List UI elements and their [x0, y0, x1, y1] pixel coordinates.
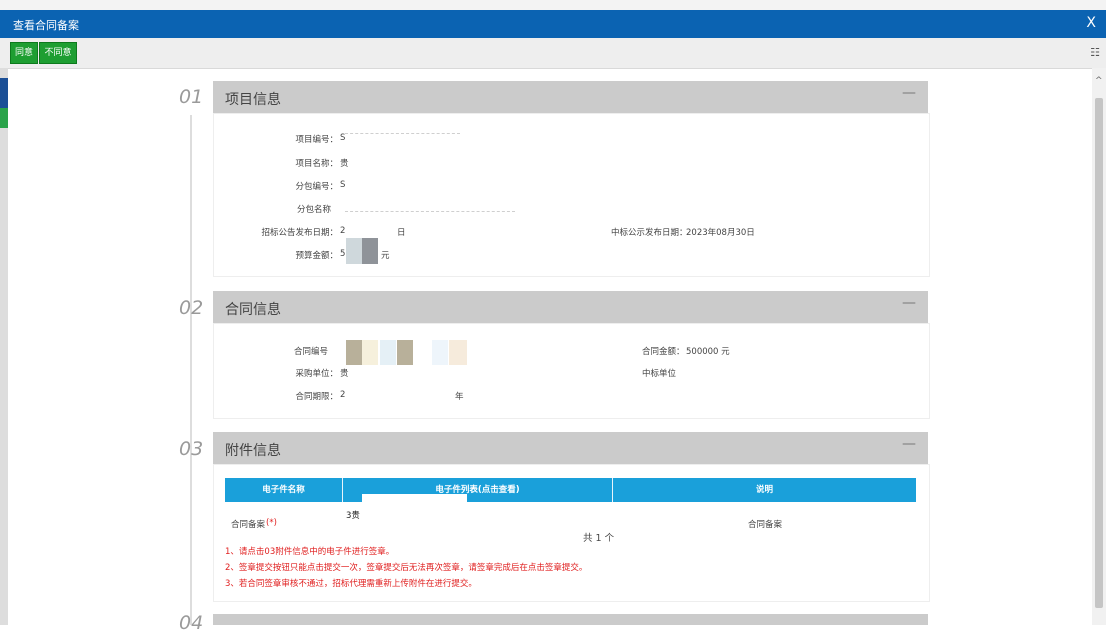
- buyer-value: 贵: [340, 369, 349, 379]
- note-1: 1、请点击03附件信息中的电子件进行签章。: [225, 547, 395, 557]
- section-header-project[interactable]: 项目信息 —: [213, 81, 928, 113]
- agree-button[interactable]: 同意: [10, 42, 38, 64]
- section-title: 合同信息: [225, 302, 281, 318]
- close-button[interactable]: X: [1086, 15, 1096, 31]
- redaction: [346, 238, 362, 264]
- contract-no-label: 合同编号: [293, 347, 328, 357]
- redaction: [397, 340, 413, 365]
- project-no-label: 项目编号：: [295, 135, 338, 145]
- section-header-attachments[interactable]: 附件信息 —: [213, 432, 928, 464]
- winner-label: 中标单位: [642, 369, 677, 379]
- section-number-01: 01: [179, 86, 204, 108]
- redaction: [346, 340, 362, 365]
- notice-date-label: 招标公告发布日期：: [261, 228, 338, 238]
- award-date-value: 2023年08月30日: [686, 228, 755, 238]
- notice-date-value: 2: [340, 226, 346, 236]
- scrollbar[interactable]: ^: [1092, 68, 1106, 625]
- window-titlebar: 查看合同备案 X: [0, 10, 1106, 38]
- notice-date-tail: 日: [397, 228, 406, 238]
- top-strip: [0, 0, 1106, 10]
- budget-unit: 元: [381, 251, 390, 261]
- toolbar: 同意 不同意 ☷: [0, 38, 1106, 69]
- redaction: [362, 494, 467, 512]
- scroll-thumb[interactable]: [1095, 98, 1103, 608]
- buyer-label: 采购单位：: [295, 369, 338, 379]
- note-3: 3、若合同签章审核不通过，招标代理需重新上传附件在进行提交。: [225, 579, 477, 589]
- collapse-icon[interactable]: —: [902, 85, 916, 101]
- timeline-line: [190, 115, 192, 625]
- required-mark: (*): [266, 518, 277, 528]
- contract-amount-label: 合同金额：: [642, 347, 685, 357]
- scroll-up-icon[interactable]: ^: [1095, 76, 1103, 86]
- budget-label: 预算金额：: [295, 251, 338, 261]
- period-value: 2: [340, 390, 346, 400]
- package-no-label: 分包编号：: [295, 182, 338, 192]
- col-header-desc: 说明: [755, 485, 773, 495]
- col-header-name: 电子件名称: [225, 478, 343, 502]
- period-tail: 年: [455, 392, 464, 402]
- period-label: 合同期限：: [295, 392, 338, 402]
- redaction: [362, 238, 378, 264]
- section-number-04: 04: [179, 612, 204, 634]
- package-no-value: S: [340, 180, 346, 190]
- redaction: [449, 340, 467, 365]
- attachments-table-header: 电子件名称 电子件列表(点击查看) 说明: [225, 478, 916, 502]
- package-name-label: 分包名称: [296, 205, 331, 215]
- section-number-03: 03: [179, 438, 204, 460]
- redaction: [432, 340, 448, 365]
- attachment-desc: 合同备案: [748, 520, 783, 530]
- attachment-name: 合同备案: [231, 520, 266, 530]
- collapse-icon[interactable]: —: [902, 295, 916, 311]
- section-header-contract[interactable]: 合同信息 —: [213, 291, 928, 323]
- window-title: 查看合同备案: [13, 19, 79, 32]
- section-title: 附件信息: [225, 443, 281, 459]
- redaction: [345, 211, 515, 214]
- redaction: [345, 133, 460, 136]
- section-header-4[interactable]: [213, 614, 928, 625]
- contract-amount-value: 500000 元: [686, 347, 730, 357]
- project-name-label: 项目名称：: [295, 159, 338, 169]
- award-date-label: 中标公示发布日期：: [611, 228, 688, 238]
- disagree-button[interactable]: 不同意: [39, 42, 77, 64]
- project-name-value: 贵: [340, 159, 349, 169]
- collapse-icon[interactable]: —: [902, 436, 916, 452]
- attachment-file-link[interactable]: 3贵: [346, 509, 360, 521]
- sitemap-icon[interactable]: ☷: [1090, 46, 1100, 59]
- redaction: [362, 340, 378, 365]
- attachment-count: 共 1 个: [583, 533, 615, 544]
- budget-value: 5: [340, 249, 346, 259]
- redaction: [380, 340, 396, 365]
- section-number-02: 02: [179, 297, 204, 319]
- left-edge: [0, 68, 8, 625]
- note-2: 2、签章提交按钮只能点击提交一次，签章提交后无法再次签章，请签章完成后在点击签章…: [225, 563, 588, 573]
- section-title: 项目信息: [225, 92, 281, 108]
